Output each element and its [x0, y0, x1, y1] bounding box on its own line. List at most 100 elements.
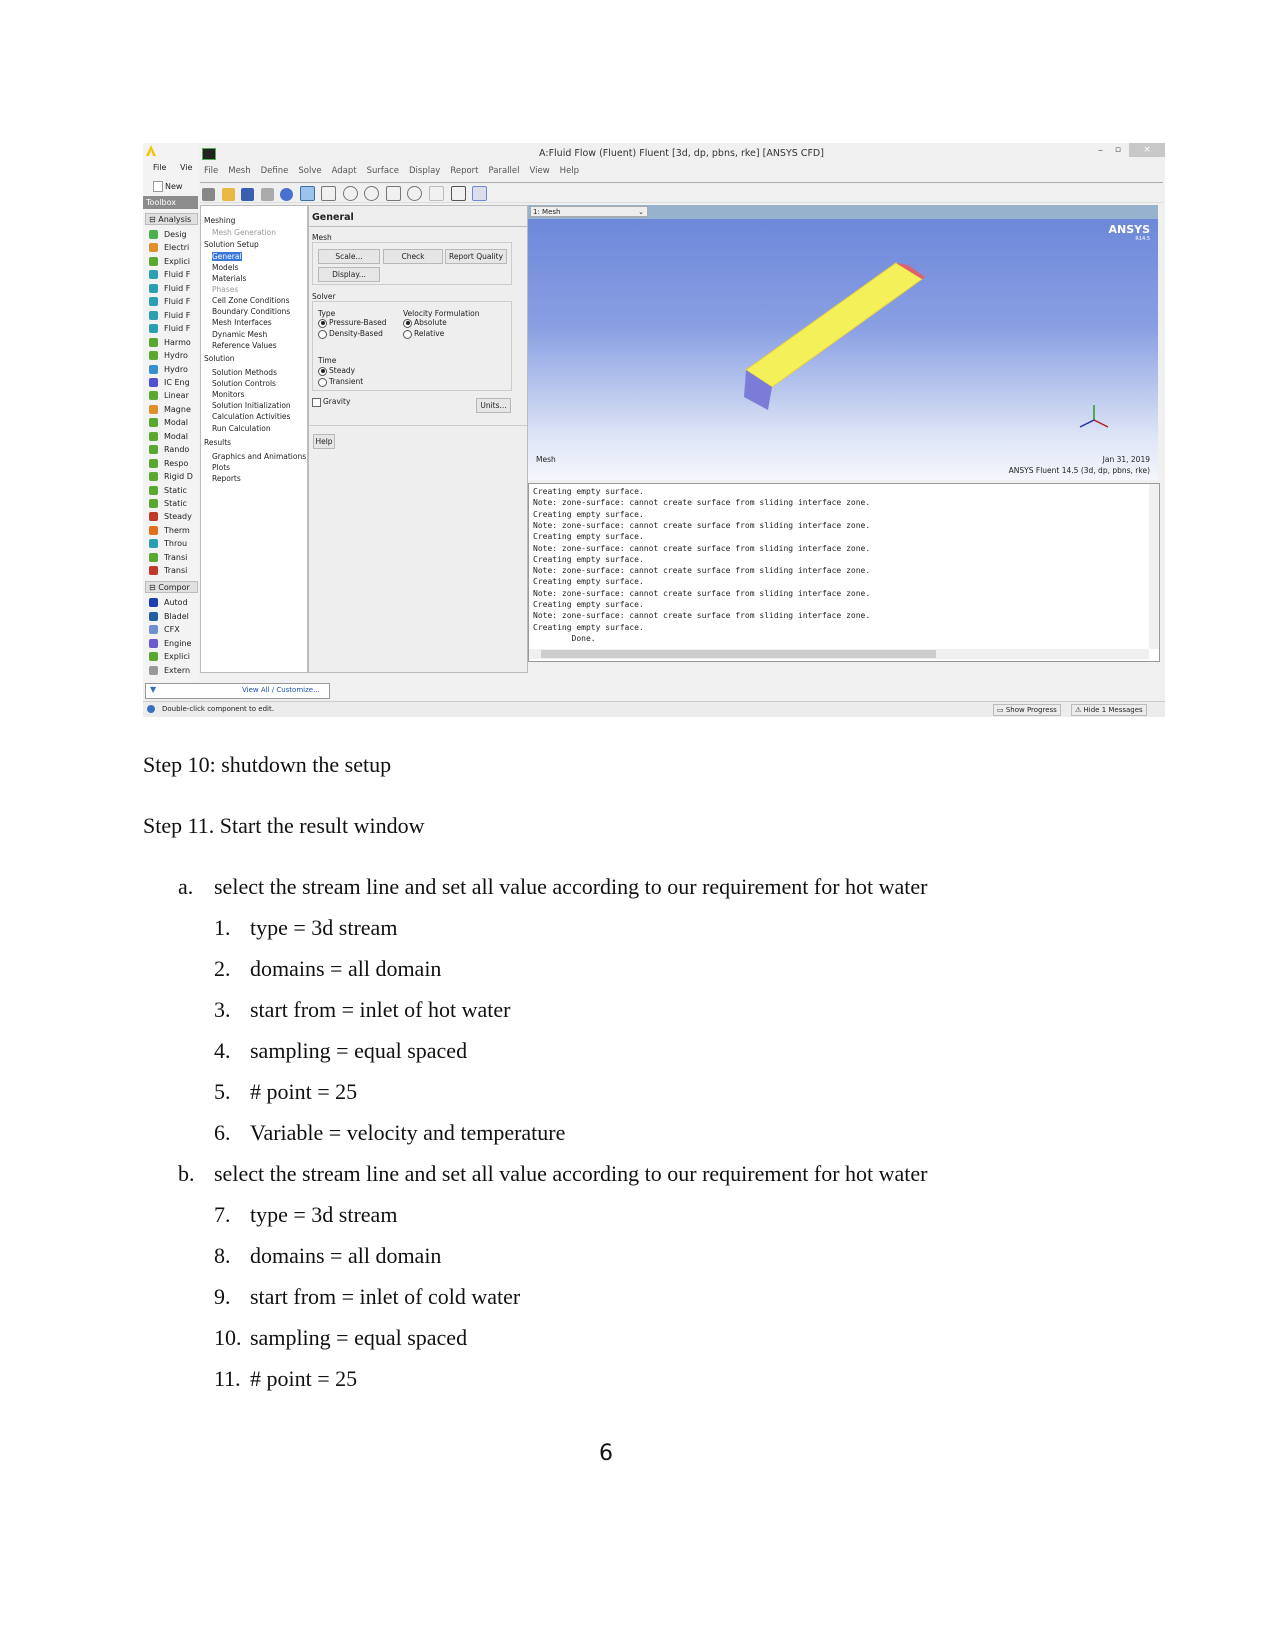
- component-item[interactable]: Engine: [149, 637, 198, 650]
- toolbox-item[interactable]: Hydro: [149, 363, 198, 376]
- toolbox-item[interactable]: Fluid F: [149, 309, 198, 322]
- hide-messages-button[interactable]: ⚠ Hide 1 Messages: [1071, 704, 1147, 716]
- analysis-systems-header[interactable]: ⊟ Analysis: [145, 213, 198, 225]
- tree-item-materials[interactable]: Materials: [212, 274, 246, 283]
- toolbox-item[interactable]: Fluid F: [149, 282, 198, 295]
- tree-item-cell-zone-conditions[interactable]: Cell Zone Conditions: [212, 296, 290, 305]
- toolbox-item[interactable]: Explici: [149, 255, 198, 268]
- save-icon[interactable]: [241, 188, 255, 201]
- rotate-icon[interactable]: [299, 186, 315, 201]
- toolbox-item[interactable]: Static: [149, 497, 198, 510]
- probe-icon[interactable]: [385, 186, 401, 201]
- tree-item-reference-values[interactable]: Reference Values: [212, 341, 277, 350]
- help-button[interactable]: Help: [313, 434, 335, 449]
- toolbox-item[interactable]: Linear: [149, 389, 198, 402]
- menu-view[interactable]: View: [530, 166, 550, 176]
- tree-item-meshing[interactable]: Meshing: [204, 216, 235, 225]
- tree-item-reports[interactable]: Reports: [212, 474, 241, 483]
- toolbox-item[interactable]: Static: [149, 484, 198, 497]
- relative-radio[interactable]: Relative: [403, 329, 444, 339]
- toolbox-item[interactable]: Rando: [149, 443, 198, 456]
- tree-item-solution-initialization[interactable]: Solution Initialization: [212, 401, 291, 410]
- toolbox-item[interactable]: Rigid D: [149, 470, 198, 483]
- console-horizontal-scrollbar[interactable]: [529, 649, 1149, 659]
- menu-display[interactable]: Display: [409, 166, 440, 176]
- menu-surface[interactable]: Surface: [367, 166, 399, 176]
- absolute-radio[interactable]: Absolute: [403, 318, 447, 328]
- component-item[interactable]: Explici: [149, 650, 198, 663]
- stop-icon[interactable]: [202, 188, 215, 201]
- toolbox-item[interactable]: Transi: [149, 551, 198, 564]
- wb-new-button[interactable]: New: [153, 181, 182, 192]
- show-progress-button[interactable]: ▭ Show Progress: [993, 704, 1061, 716]
- scrollbar-thumb[interactable]: [541, 650, 936, 658]
- layout-icon[interactable]: [450, 186, 466, 201]
- menu-mesh[interactable]: Mesh: [228, 166, 250, 176]
- toolbox-item[interactable]: Fluid F: [149, 268, 198, 281]
- toolbox-item[interactable]: Modal: [149, 430, 198, 443]
- tree-item-results[interactable]: Results: [204, 438, 231, 447]
- component-item[interactable]: CFX: [149, 623, 198, 636]
- toolbox-item[interactable]: Magne: [149, 403, 198, 416]
- tree-item-solution-methods[interactable]: Solution Methods: [212, 368, 277, 377]
- toolbox-item[interactable]: Fluid F: [149, 322, 198, 335]
- tree-item-solution-controls[interactable]: Solution Controls: [212, 379, 276, 388]
- tree-item-mesh-interfaces[interactable]: Mesh Interfaces: [212, 318, 272, 327]
- toolbox-item[interactable]: Desig: [149, 228, 198, 241]
- tree-item-plots[interactable]: Plots: [212, 463, 230, 472]
- gravity-checkbox[interactable]: Gravity: [312, 397, 350, 407]
- console-output[interactable]: Creating empty surface. Note: zone-surfac…: [528, 483, 1160, 662]
- check-button[interactable]: Check: [383, 249, 443, 264]
- window-icon[interactable]: [472, 186, 488, 201]
- menu-solve[interactable]: Solve: [298, 166, 321, 176]
- density-based-radio[interactable]: Density-Based: [318, 329, 383, 339]
- toolbox-item[interactable]: Respo: [149, 457, 198, 470]
- tree-item-general[interactable]: General: [212, 252, 242, 261]
- component-item[interactable]: Bladel: [149, 610, 198, 623]
- toolbox-item[interactable]: Hydro: [149, 349, 198, 362]
- minimize-button[interactable]: –: [1098, 145, 1103, 156]
- transient-radio[interactable]: Transient: [318, 377, 363, 387]
- menu-adapt[interactable]: Adapt: [332, 166, 357, 176]
- toolbox-item[interactable]: Fluid F: [149, 295, 198, 308]
- menu-define[interactable]: Define: [261, 166, 289, 176]
- tree-item-calculation-activities[interactable]: Calculation Activities: [212, 412, 290, 421]
- menu-file[interactable]: File: [204, 166, 218, 176]
- toolbox-item[interactable]: IC Eng: [149, 376, 198, 389]
- zoom-box-icon[interactable]: [364, 186, 380, 201]
- toolbox-item[interactable]: Throu: [149, 537, 198, 550]
- view-all-customize-link[interactable]: View All / Customize...: [242, 686, 320, 694]
- component-item[interactable]: Autod: [149, 596, 198, 609]
- tree-item-solution[interactable]: Solution: [204, 354, 235, 363]
- toolbox-item[interactable]: Transi: [149, 564, 198, 577]
- toolbox-item[interactable]: Modal: [149, 416, 198, 429]
- annotate-icon[interactable]: [429, 186, 445, 201]
- tree-item-graphics-and-animations[interactable]: Graphics and Animations: [212, 452, 306, 461]
- tree-item-solution-setup[interactable]: Solution Setup: [204, 240, 259, 249]
- toolbox-item[interactable]: Electri: [149, 241, 198, 254]
- tree-item-run-calculation[interactable]: Run Calculation: [212, 424, 271, 433]
- units-button[interactable]: Units...: [476, 398, 511, 413]
- menu-report[interactable]: Report: [450, 166, 478, 176]
- fit-icon[interactable]: [407, 186, 423, 201]
- toolbox-item[interactable]: Harmo: [149, 336, 198, 349]
- console-vertical-scrollbar[interactable]: [1149, 484, 1159, 649]
- tree-item-boundary-conditions[interactable]: Boundary Conditions: [212, 307, 290, 316]
- tree-item-monitors[interactable]: Monitors: [212, 390, 244, 399]
- tree-item-models[interactable]: Models: [212, 263, 238, 272]
- pressure-based-radio[interactable]: Pressure-Based: [318, 318, 387, 328]
- tree-item-phases[interactable]: Phases: [212, 285, 238, 294]
- report-quality-button[interactable]: Report Quality: [445, 249, 507, 264]
- scale-button[interactable]: Scale...: [318, 249, 380, 264]
- open-folder-icon[interactable]: [221, 188, 235, 201]
- tree-item-dynamic-mesh[interactable]: Dynamic Mesh: [212, 330, 267, 339]
- wb-menu-view[interactable]: Vie: [180, 163, 192, 172]
- toolbox-item[interactable]: Steady: [149, 510, 198, 523]
- menu-parallel[interactable]: Parallel: [489, 166, 520, 176]
- component-item[interactable]: Extern: [149, 664, 198, 677]
- display-button[interactable]: Display...: [318, 267, 380, 282]
- toolbox-item[interactable]: Therm: [149, 524, 198, 537]
- menu-help[interactable]: Help: [560, 166, 579, 176]
- pan-icon[interactable]: [321, 186, 337, 201]
- zoom-in-icon[interactable]: [342, 186, 358, 201]
